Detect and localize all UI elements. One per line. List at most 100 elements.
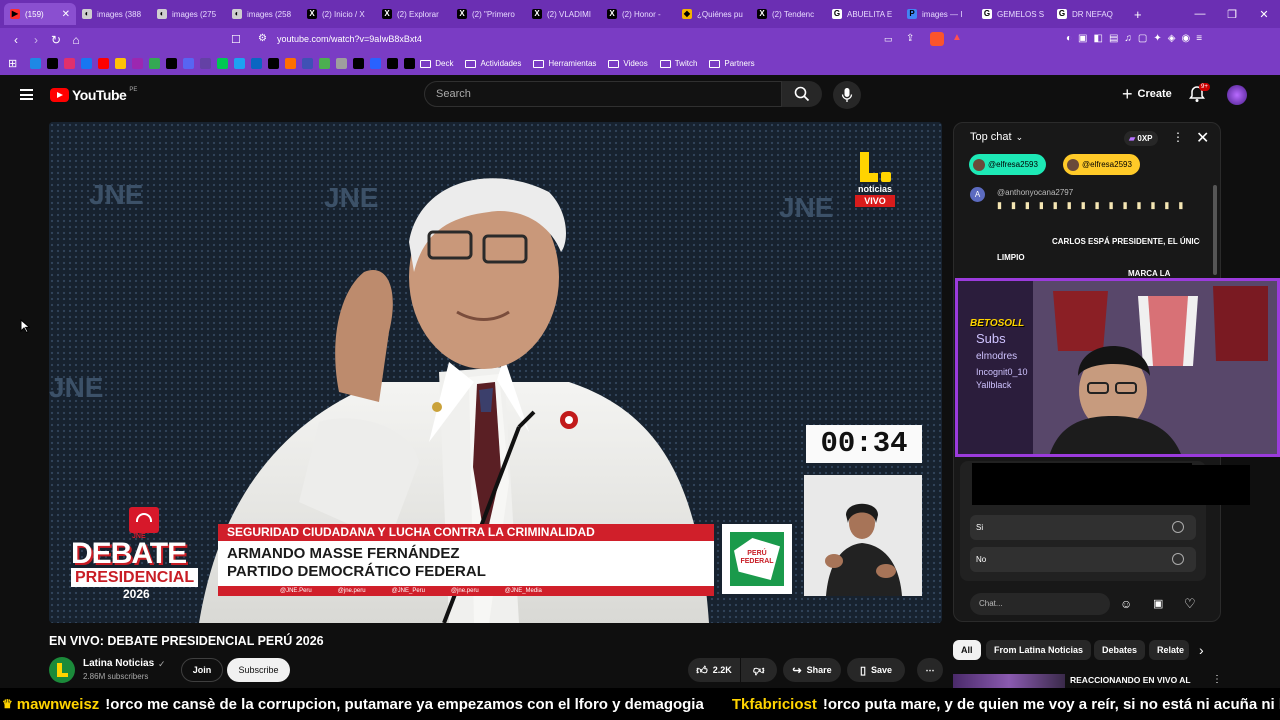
browser-tab[interactable]: X (2) Tendenc (751, 3, 826, 25)
donor-chip[interactable]: @elfresa2593 (969, 154, 1046, 175)
bookmark-favicon-icon[interactable] (404, 58, 416, 69)
extension-icon[interactable]: ▣ (1078, 33, 1087, 44)
forward-icon[interactable]: › (26, 33, 46, 47)
like-button[interactable]: 👍︎ 2.2K (688, 658, 740, 682)
bookmark-favicon-icon[interactable] (387, 58, 399, 69)
browser-tab[interactable]: X (2) Explorar (376, 3, 451, 25)
bookmark-favicon-icon[interactable] (217, 58, 229, 69)
browser-tab[interactable]: G ABUELITA E (826, 3, 901, 25)
browser-tab[interactable]: G GEMELOS S (976, 3, 1051, 25)
shield-icon[interactable]: ◈ (1168, 33, 1176, 44)
bookmark-folder[interactable]: Actividades (465, 59, 521, 68)
donor-chip[interactable]: @elfresa2593 (1063, 154, 1140, 175)
bookmark-folder[interactable]: Videos (608, 59, 648, 68)
bookmark-favicon-icon[interactable] (251, 58, 263, 69)
search-button[interactable] (782, 81, 822, 107)
bookmark-star-icon[interactable]: ☐ (231, 33, 241, 46)
home-icon[interactable]: ⌂ (66, 33, 86, 47)
voice-search-button[interactable] (833, 81, 861, 109)
bookmark-favicon-icon[interactable] (30, 58, 42, 69)
bookmark-folder[interactable]: Herramientas (533, 59, 596, 68)
browser-tab[interactable]: ▶ (159) ✕ (4, 3, 76, 25)
bookmark-favicon-icon[interactable] (285, 58, 297, 69)
more-actions-button[interactable]: ⋯ (917, 658, 943, 682)
bookmark-favicon-icon[interactable] (132, 58, 144, 69)
bookmark-favicon-icon[interactable] (98, 58, 110, 69)
bookmark-folder[interactable]: Twitch (659, 59, 697, 68)
chat-scrollbar[interactable] (1213, 185, 1217, 275)
browser-tab[interactable]: G DR NEFAQ (1051, 3, 1126, 25)
create-button[interactable]: + Create (1116, 81, 1178, 107)
account-avatar[interactable] (1227, 85, 1247, 105)
subscribe-button[interactable]: Subscribe (227, 658, 290, 682)
dislike-button[interactable]: 👍︎ (741, 658, 777, 682)
browser-tab[interactable]: Pimages — I (901, 3, 976, 25)
chevron-right-icon[interactable]: › (1199, 642, 1204, 658)
close-chat-icon[interactable]: ✕ (1196, 128, 1209, 148)
bookmark-favicon-icon[interactable] (115, 58, 127, 69)
extension-icon[interactable]: ▤ (1109, 33, 1118, 44)
bookmark-favicon-icon[interactable] (200, 58, 212, 69)
chat-mode-dropdown[interactable]: Top chat ⌄ (970, 131, 1023, 143)
filter-chip-related[interactable]: Relate (1149, 640, 1189, 660)
super-chat-icon[interactable]: ▣ (1153, 597, 1163, 610)
browser-tab[interactable]: X (2) Inicio / X (301, 3, 376, 25)
url-field[interactable]: youtube.com/watch?v=9aIwB8xBxt4 (277, 34, 422, 44)
minimize-icon[interactable]: — (1184, 8, 1216, 21)
browser-tab[interactable]: X (2) Honor - (601, 3, 676, 25)
heart-icon[interactable]: ♡ (1184, 596, 1196, 612)
bookmark-favicon-icon[interactable] (234, 58, 246, 69)
share-button[interactable]: ↪ Share (783, 658, 841, 682)
bookmark-favicon-icon[interactable] (353, 58, 365, 69)
browser-tab[interactable]: ◐ images (275 (151, 3, 226, 25)
filter-chip-all[interactable]: All (953, 640, 981, 660)
extension-icon[interactable]: ▢ (1138, 33, 1147, 44)
bookmark-favicon-icon[interactable] (47, 58, 59, 69)
maximize-icon[interactable]: ❐ (1216, 8, 1248, 21)
close-tab-icon[interactable]: ✕ (62, 9, 70, 20)
channel-name[interactable]: Latina Noticias (83, 658, 154, 669)
more-options-icon[interactable]: ⋮ (1212, 674, 1222, 685)
bookmark-favicon-icon[interactable] (183, 58, 195, 69)
extension-icon[interactable]: ✦ (1153, 33, 1161, 44)
extension-icon[interactable]: ◐ (1066, 33, 1072, 44)
browser-tab[interactable]: ◐ images (388 (76, 3, 151, 25)
related-video-title[interactable]: REACCIONANDO EN VIVO AL (1070, 675, 1191, 685)
filter-chip-debates[interactable]: Debates (1094, 640, 1146, 660)
bookmark-favicon-icon[interactable] (149, 58, 161, 69)
poll-option[interactable]: No (970, 547, 1196, 572)
save-button[interactable]: ▯ Save (847, 658, 905, 682)
site-info-icon[interactable]: ⚙ (258, 33, 267, 44)
xp-badge[interactable]: ▰ 0XP (1124, 131, 1158, 146)
cast-icon[interactable]: ▭ (884, 34, 893, 45)
extension-icon[interactable]: ◧ (1094, 33, 1103, 44)
more-options-icon[interactable]: ⋮ (1172, 130, 1184, 144)
back-icon[interactable]: ‹ (6, 33, 26, 47)
bookmark-folder[interactable]: Deck (420, 59, 453, 68)
youtube-logo[interactable]: YouTube PE (50, 87, 137, 103)
bookmark-favicon-icon[interactable] (336, 58, 348, 69)
chat-input[interactable]: Chat... (970, 593, 1110, 615)
bookmark-favicon-icon[interactable] (370, 58, 382, 69)
apps-grid-icon[interactable]: ⊞ (8, 57, 17, 70)
menu-icon[interactable]: ≡ (1196, 33, 1202, 44)
browser-tab[interactable]: ◆ ¿Quiénes pu (676, 3, 751, 25)
bookmark-favicon-icon[interactable] (81, 58, 93, 69)
filter-chip-channel[interactable]: From Latina Noticias (986, 640, 1092, 660)
related-video-thumbnail[interactable] (953, 674, 1065, 688)
browser-tab[interactable]: X (2) VLADIMI (526, 3, 601, 25)
poll-option[interactable]: Si (970, 515, 1196, 540)
bookmark-favicon-icon[interactable] (268, 58, 280, 69)
browser-tab[interactable]: X (2) "Primero (451, 3, 526, 25)
share-page-icon[interactable]: ⇪ (906, 33, 914, 44)
hamburger-menu-icon[interactable] (20, 89, 33, 100)
rewards-icon[interactable]: ▲ (952, 32, 962, 43)
close-window-icon[interactable]: ✕ (1248, 8, 1280, 21)
bookmark-favicon-icon[interactable] (166, 58, 178, 69)
bookmark-favicon-icon[interactable] (319, 58, 331, 69)
extension-icon[interactable]: ◉ (1181, 33, 1190, 44)
browser-tab[interactable]: ◐ images (258 (226, 3, 301, 25)
brave-shield-icon[interactable] (930, 32, 944, 46)
join-button[interactable]: Join (181, 658, 223, 682)
notifications-button[interactable]: 9+ (1189, 83, 1210, 105)
